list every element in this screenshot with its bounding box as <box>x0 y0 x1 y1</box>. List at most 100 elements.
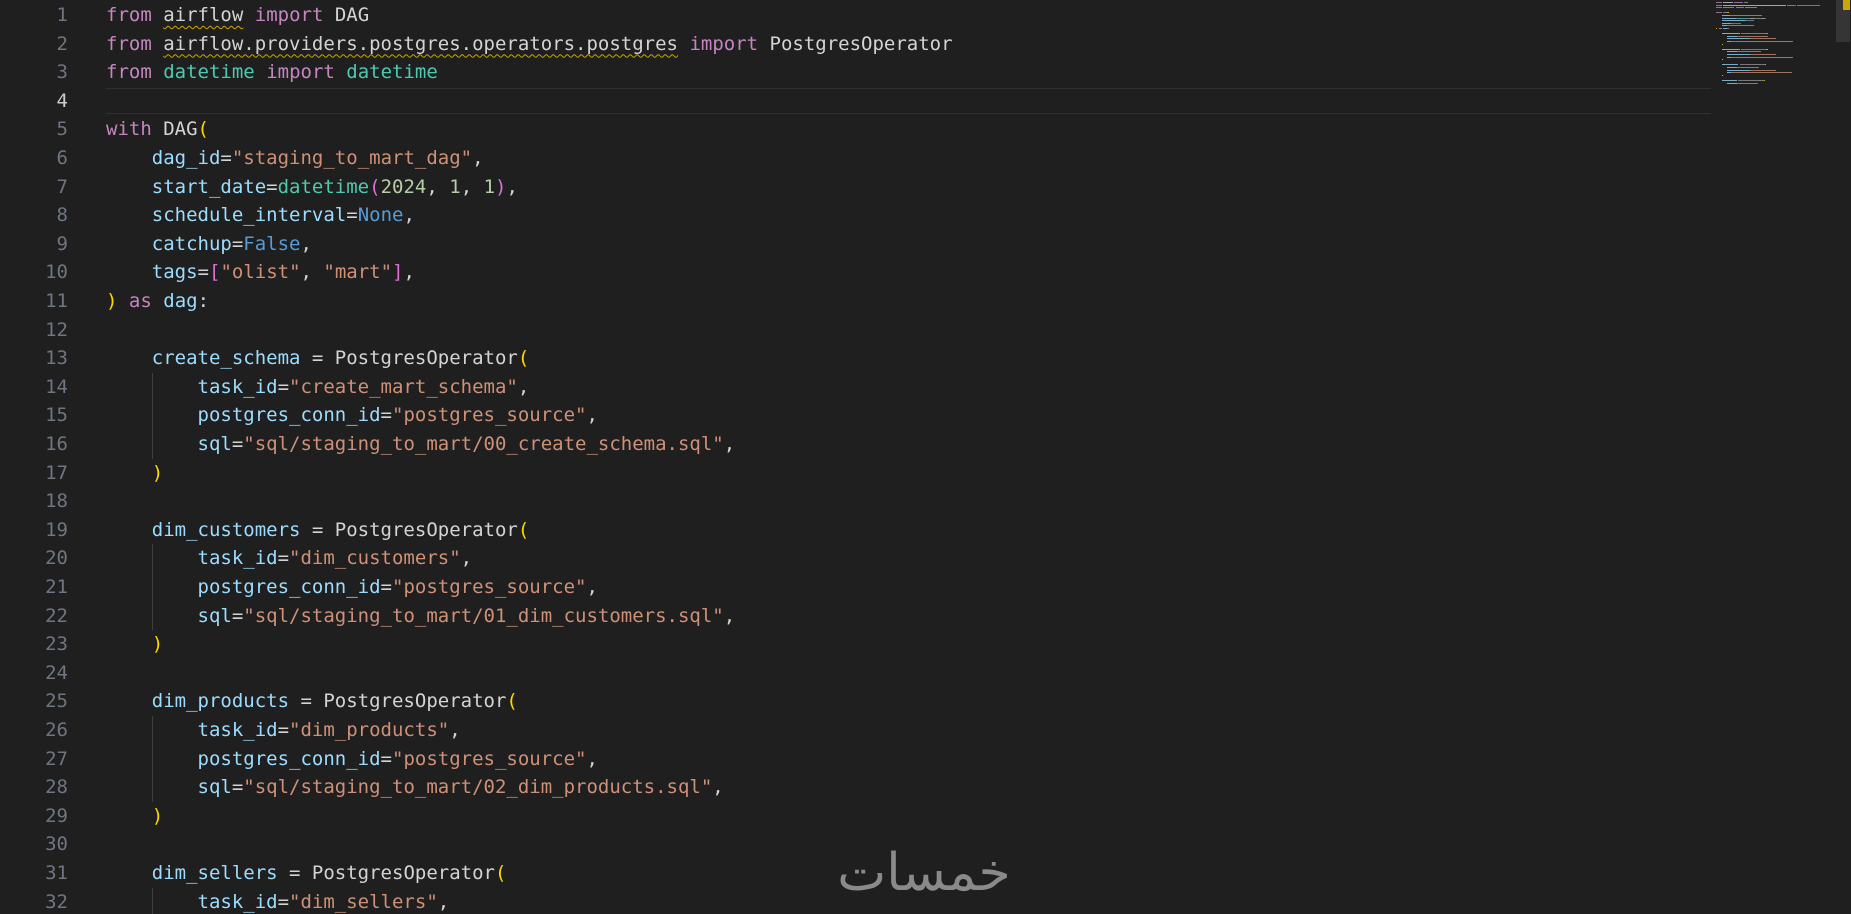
minimap-token <box>1756 82 1758 84</box>
code-line[interactable]: task_id="dim_products", <box>106 716 461 745</box>
line-number: 31 <box>45 862 68 884</box>
code-line[interactable]: sql="sql/staging_to_mart/00_create_schem… <box>106 430 736 459</box>
code-token: , <box>723 433 736 455</box>
code-token: = <box>277 890 290 913</box>
code-line[interactable]: dim_products = PostgresOperator( <box>106 687 518 716</box>
minimap-token <box>1741 48 1767 50</box>
code-token: = <box>380 747 392 770</box>
code-line[interactable]: from airflow.providers.postgres.operator… <box>106 30 953 59</box>
code-token: , <box>517 375 530 398</box>
code-line[interactable]: catchup=False, <box>106 230 312 259</box>
code-token: ( <box>506 690 518 713</box>
line-number-gutter[interactable]: 1 2 3 4 5 6 7 8 9 10 11 12 13 14 15 16 17 18 19 20 21 22 23 24 2… <box>0 0 88 914</box>
minimap-token <box>1723 2 1733 3</box>
code-token: ( <box>517 347 530 370</box>
code-token: , <box>586 747 598 770</box>
code-token: = <box>380 404 392 427</box>
indent-guide <box>151 372 153 459</box>
code-token: = <box>277 375 290 398</box>
minimap-token <box>1727 69 1750 71</box>
code-token: dag <box>163 290 198 312</box>
code-token: "dim_customers" <box>289 547 461 570</box>
code-line[interactable]: dim_sellers = PostgresOperator( <box>106 859 507 888</box>
code-token: datetime <box>277 175 370 198</box>
code-token: , <box>506 175 518 198</box>
code-editor[interactable]: 1 2 3 4 5 6 7 8 9 10 11 12 13 14 15 16 17 18 19 20 21 22 23 24 2… <box>0 0 1851 914</box>
code-token: import <box>266 61 335 84</box>
code-token: 1 <box>449 175 461 198</box>
minimap-token <box>1745 7 1757 9</box>
code-token: start_date <box>151 175 267 198</box>
line-number: 1 <box>56 4 68 26</box>
code-token: from <box>106 4 152 26</box>
code-line[interactable]: tags=["olist", "mart"], <box>106 258 415 287</box>
code-line[interactable]: ) <box>106 630 163 659</box>
code-token: = PostgresOperator <box>300 518 518 541</box>
code-token: with <box>106 118 152 141</box>
code-token: "dim_products" <box>289 719 450 741</box>
line-number: 10 <box>45 261 68 284</box>
line-number: 18 <box>45 490 68 513</box>
code-line[interactable]: postgres_conn_id="postgres_source", <box>106 573 598 602</box>
code-token: = <box>231 776 244 799</box>
code-line[interactable]: start_date=datetime(2024, 1, 1), <box>106 173 518 202</box>
code-token: catchup <box>151 232 232 255</box>
line-number: 20 <box>45 547 68 570</box>
code-line[interactable]: create_schema = PostgresOperator( <box>106 344 530 373</box>
minimap-token <box>1727 51 1737 53</box>
code-token: ( <box>517 518 530 541</box>
code-token: , <box>437 890 450 913</box>
code-line[interactable]: sql="sql/staging_to_mart/01_dim_customer… <box>106 602 736 631</box>
code-token: , <box>300 261 324 284</box>
minimap-token <box>1721 20 1746 22</box>
minimap-token <box>1721 59 1723 61</box>
code-line[interactable]: postgres_conn_id="postgres_source", <box>106 401 598 430</box>
code-line[interactable]: ) <box>106 459 163 488</box>
minimap-token <box>1731 15 1761 16</box>
code-token: , <box>403 204 415 227</box>
code-token: = PostgresOperator <box>289 690 507 713</box>
code-line[interactable]: sql="sql/staging_to_mart/02_dim_products… <box>106 773 724 802</box>
code-area[interactable]: from airflow import DAG from airflow.prov… <box>106 0 1711 914</box>
minimap-token <box>1751 69 1775 71</box>
code-token: "dim_sellers" <box>289 890 438 913</box>
code-token: DAG <box>151 118 198 141</box>
line-number: 21 <box>45 576 68 598</box>
code-line[interactable]: from airflow import DAG <box>106 1 369 30</box>
minimap-token <box>1791 56 1793 58</box>
code-token: sql <box>197 604 232 627</box>
code-token: datetime <box>163 61 255 84</box>
code-line[interactable]: from datetime import datetime <box>106 58 438 87</box>
minimap-token <box>1716 12 1722 14</box>
code-line[interactable]: ) <box>106 802 163 831</box>
code-token: [ <box>208 261 221 284</box>
code-token: ) <box>106 290 118 312</box>
code-line[interactable]: dag_id="staging_to_mart_dag", <box>106 144 484 173</box>
code-token: task_id <box>197 890 278 913</box>
code-token: import <box>254 4 324 26</box>
minimap-token <box>1721 80 1737 81</box>
minimap-token <box>1766 48 1768 50</box>
code-line[interactable]: with DAG( <box>106 115 209 144</box>
vertical-scrollbar[interactable] <box>1836 0 1851 914</box>
code-line[interactable]: task_id="create_mart_schema", <box>106 373 530 402</box>
code-token: PostgresOperator <box>758 32 953 55</box>
code-line[interactable]: schedule_interval=None, <box>106 201 415 230</box>
code-line[interactable]: task_id="dim_customers", <box>106 544 473 573</box>
code-token: ) <box>151 461 164 484</box>
code-line[interactable]: ) as dag: <box>106 287 209 316</box>
line-number: 5 <box>56 118 68 141</box>
minimap-token <box>1723 4 1786 6</box>
code-line[interactable]: postgres_conn_id="postgres_source", <box>106 745 598 774</box>
code-token: = <box>380 576 392 598</box>
code-line[interactable]: task_id="dim_sellers", <box>106 888 450 914</box>
code-line[interactable]: dim_customers = PostgresOperator( <box>106 516 530 545</box>
minimap[interactable] <box>1716 0 1828 100</box>
